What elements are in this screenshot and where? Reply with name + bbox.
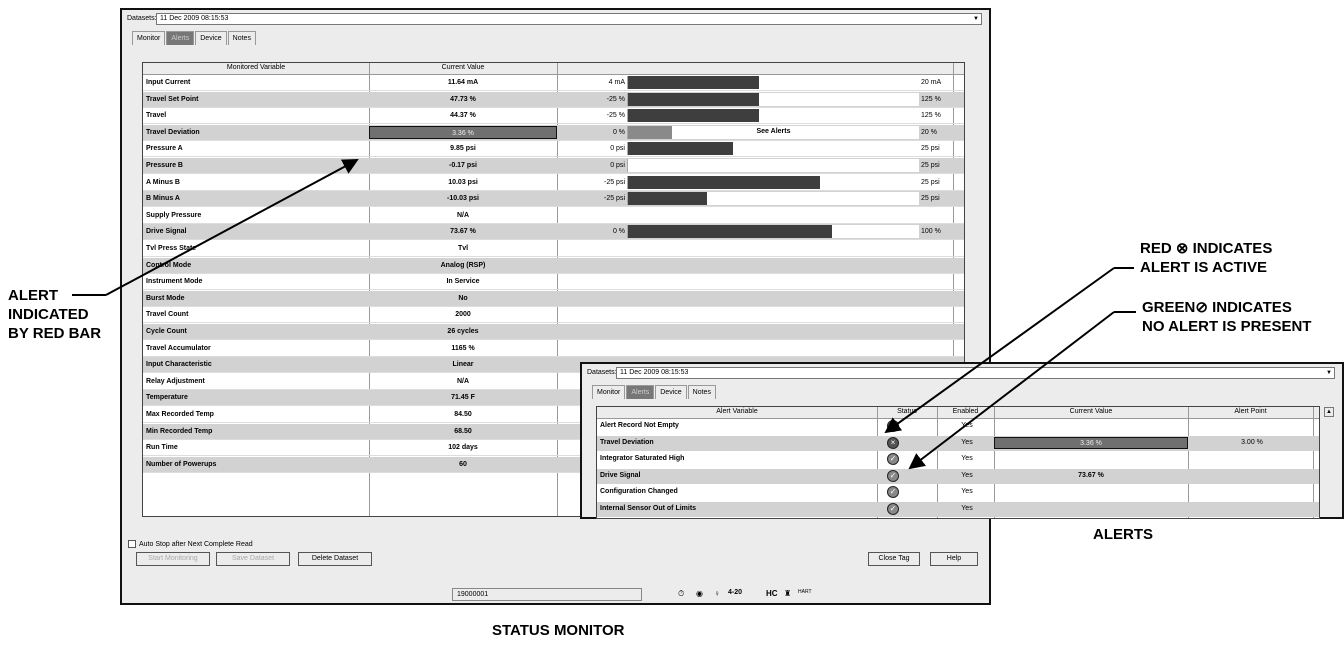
- alert-bar-callout-line2: INDICATED: [8, 306, 89, 323]
- green-callout-prefix: GREEN: [1142, 299, 1196, 316]
- alert-callout-arrow: [105, 159, 359, 296]
- green-callout-line1: INDICATES: [1212, 299, 1292, 316]
- red-callout-prefix: RED: [1140, 240, 1172, 257]
- red-x-icon: ⊗: [1175, 240, 1189, 257]
- green-callout-line2: NO ALERT IS PRESENT: [1142, 318, 1312, 335]
- green-check-icon: ⊘: [1195, 299, 1208, 316]
- red-indicator-callout: RED ⊗ INDICATES ALERT IS ACTIVE: [1140, 239, 1272, 277]
- red-callout-line2: ALERT IS ACTIVE: [1140, 259, 1267, 276]
- alert-bar-callout-line1: ALERT: [8, 287, 58, 304]
- red-callout-arrow: [884, 267, 1115, 434]
- alerts-caption: ALERTS: [1093, 526, 1153, 543]
- green-callout-arrow: [908, 311, 1115, 470]
- status-monitor-caption: STATUS MONITOR: [492, 622, 625, 639]
- alert-bar-callout: ALERT INDICATED BY RED BAR: [8, 286, 101, 343]
- green-indicator-callout: GREEN⊘ INDICATES NO ALERT IS PRESENT: [1142, 298, 1311, 336]
- alert-bar-callout-line3: BY RED BAR: [8, 325, 102, 342]
- red-callout-line1: INDICATES: [1192, 240, 1273, 257]
